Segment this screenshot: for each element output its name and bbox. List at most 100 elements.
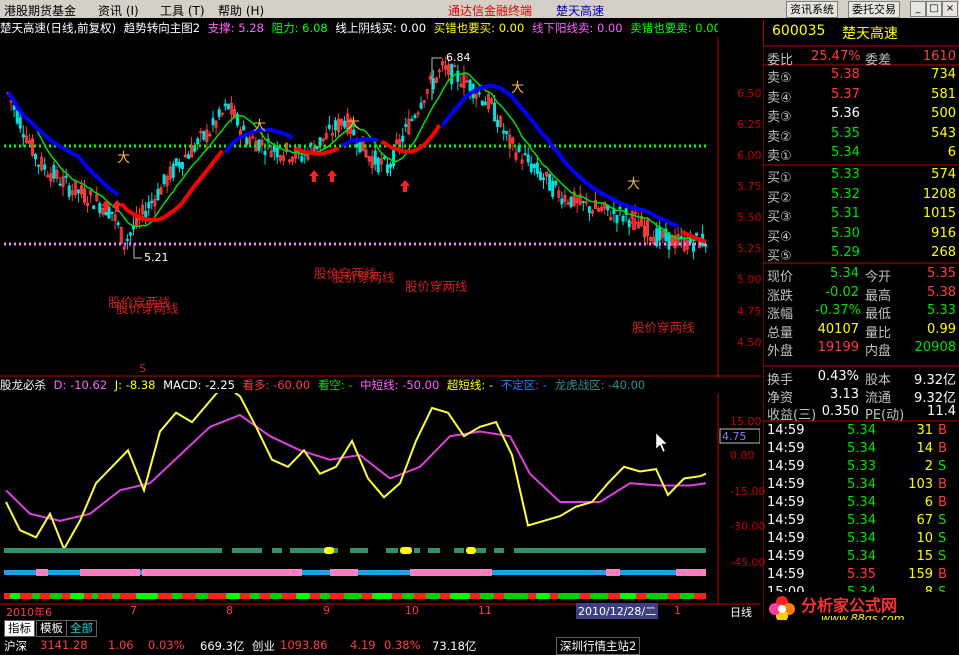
webi-label: 委比	[767, 53, 794, 68]
candle-body	[410, 118, 414, 121]
date-label: 1	[674, 604, 681, 617]
menu-info[interactable]: 资讯 (I)	[98, 2, 139, 19]
ticker-cy-label[interactable]: 创业	[252, 638, 275, 654]
tick-row[interactable]: 14:59 5.34 10 S	[763, 531, 956, 549]
tick-time: 14:59	[767, 477, 805, 492]
menu-hk-futures[interactable]: 港股期货基金	[4, 2, 76, 19]
bid-row[interactable]: 买③ 5.31 1015	[763, 206, 956, 225]
tick-row[interactable]: 14:59 5.33 2 S	[763, 459, 956, 477]
ask-row[interactable]: 卖③ 5.36 500	[763, 106, 956, 125]
dragon-zone-label: 龙虎战区: -40.00	[554, 378, 646, 392]
tick-row[interactable]: 14:59 5.34 67 S	[763, 513, 956, 531]
tick-price: 5.34	[847, 477, 876, 492]
low-price-label: 5.21	[144, 251, 169, 264]
indicator2-name[interactable]: 股龙必杀	[0, 378, 46, 392]
minimize-icon[interactable]: _	[910, 1, 926, 17]
candle-body	[128, 232, 132, 236]
indicator-name[interactable]: 趋势转向主图2	[124, 21, 200, 35]
ribbon-gap	[282, 548, 290, 553]
ribbon-segment	[70, 593, 84, 599]
kdj-j-line	[5, 393, 707, 552]
stat-row: 外盘 19199 内盘 20908	[763, 340, 956, 359]
candle-body	[502, 130, 506, 134]
ask-row[interactable]: 卖① 5.34 6	[763, 145, 956, 164]
stat-value: 20908	[914, 340, 956, 355]
menu-tools[interactable]: 工具 (T)	[160, 2, 205, 19]
maximize-icon[interactable]: □	[926, 1, 942, 17]
candle-body	[187, 154, 191, 159]
candle-body	[67, 185, 71, 197]
ticker-news[interactable]: 深圳行情主站2	[556, 637, 641, 655]
tab-indicator[interactable]: 指标	[4, 620, 35, 637]
ask-row[interactable]: 卖② 5.35 543	[763, 126, 956, 145]
bid-label: 买③	[767, 210, 792, 225]
candle-body	[493, 102, 497, 122]
tab-all[interactable]: 全部	[66, 620, 97, 637]
candle-body	[64, 175, 68, 178]
stat-value: 0.99	[927, 321, 956, 337]
tick-row[interactable]: 14:59 5.34 103 B	[763, 477, 956, 495]
candle-body	[275, 147, 279, 158]
ribbon-segment	[450, 593, 470, 599]
ask-row[interactable]: 卖④ 5.37 581	[763, 87, 956, 106]
menu-bar: 港股期货基金 资讯 (I) 工具 (T) 帮助 (H) 通达信金融终端 楚天高速…	[0, 0, 959, 18]
ribbon-segment	[142, 569, 302, 576]
candle-body	[633, 212, 637, 215]
candle-body	[538, 171, 542, 180]
candle-body	[569, 196, 573, 207]
tick-row[interactable]: 14:59 5.34 14 B	[763, 441, 956, 459]
stock-period-label: 楚天高速(日线,前复权)	[0, 21, 117, 35]
bear-label: 看空: -	[317, 378, 353, 392]
indicator-tick: -30.00	[730, 520, 766, 533]
ticker-sh-label[interactable]: 沪深	[4, 638, 27, 654]
cross-annotation: 股价穿两线	[332, 270, 395, 285]
date-label: 2010年6	[6, 606, 52, 619]
date-label: 11	[478, 604, 492, 617]
ribbon-segment	[172, 593, 182, 599]
bid-row[interactable]: 买② 5.32 1208	[763, 187, 956, 206]
info-system-button[interactable]: 资讯系统	[786, 1, 838, 18]
close-icon[interactable]: ×	[942, 1, 958, 17]
stat2-value: 0.43%	[817, 369, 859, 384]
bid-row[interactable]: 买⑤ 5.29 268	[763, 245, 956, 264]
bid-row[interactable]: 买① 5.33 574	[763, 167, 956, 186]
candle-body	[505, 131, 509, 135]
candle-body	[401, 135, 405, 142]
candle-body	[333, 120, 337, 131]
tick-row[interactable]: 14:59 5.34 31 B	[763, 423, 956, 441]
date-label: 10	[405, 604, 419, 617]
bid-row[interactable]: 买④ 5.30 916	[763, 226, 956, 245]
buy-arrow-icon	[309, 170, 319, 182]
stat-label: 最高	[865, 288, 892, 304]
ribbon-segment	[80, 569, 140, 576]
menu-help[interactable]: 帮助 (H)	[218, 2, 264, 19]
ribbon-bar	[4, 548, 706, 553]
tab-template[interactable]: 模板	[36, 620, 67, 637]
trade-button[interactable]: 委托交易	[848, 1, 900, 18]
stat-value: -0.37%	[815, 303, 861, 318]
bid-price: 5.33	[831, 167, 860, 182]
ribbon-segment	[480, 593, 494, 599]
candle-body	[376, 157, 380, 173]
candle-body	[18, 117, 22, 129]
tick-row[interactable]: 14:59 5.35 159 B	[763, 567, 956, 585]
ask-row[interactable]: 卖⑤ 5.38 734	[763, 67, 956, 86]
stat-value: 19199	[817, 340, 859, 355]
candle-body	[679, 236, 683, 239]
candle-body	[315, 145, 319, 150]
indicator-tick: -15.00	[730, 485, 766, 498]
ticker-sh-value: 3141.28	[40, 638, 88, 652]
tick-row[interactable]: 14:59 5.34 15 S	[763, 549, 956, 567]
candle-body	[355, 144, 359, 148]
date-label: 8	[226, 604, 233, 617]
indicator-chart[interactable]	[0, 393, 760, 605]
ribbon-segment	[330, 569, 358, 576]
trend-marker-icon: 大	[117, 151, 130, 166]
tick-time: 14:59	[767, 423, 805, 438]
price-tick: 6.50	[737, 87, 762, 100]
ask-price: 5.36	[831, 106, 860, 121]
tick-row[interactable]: 14:59 5.34 6 B	[763, 495, 956, 513]
candle-body	[618, 207, 622, 210]
bid-label: 买①	[767, 171, 792, 186]
period-label[interactable]: 日线	[730, 604, 752, 620]
